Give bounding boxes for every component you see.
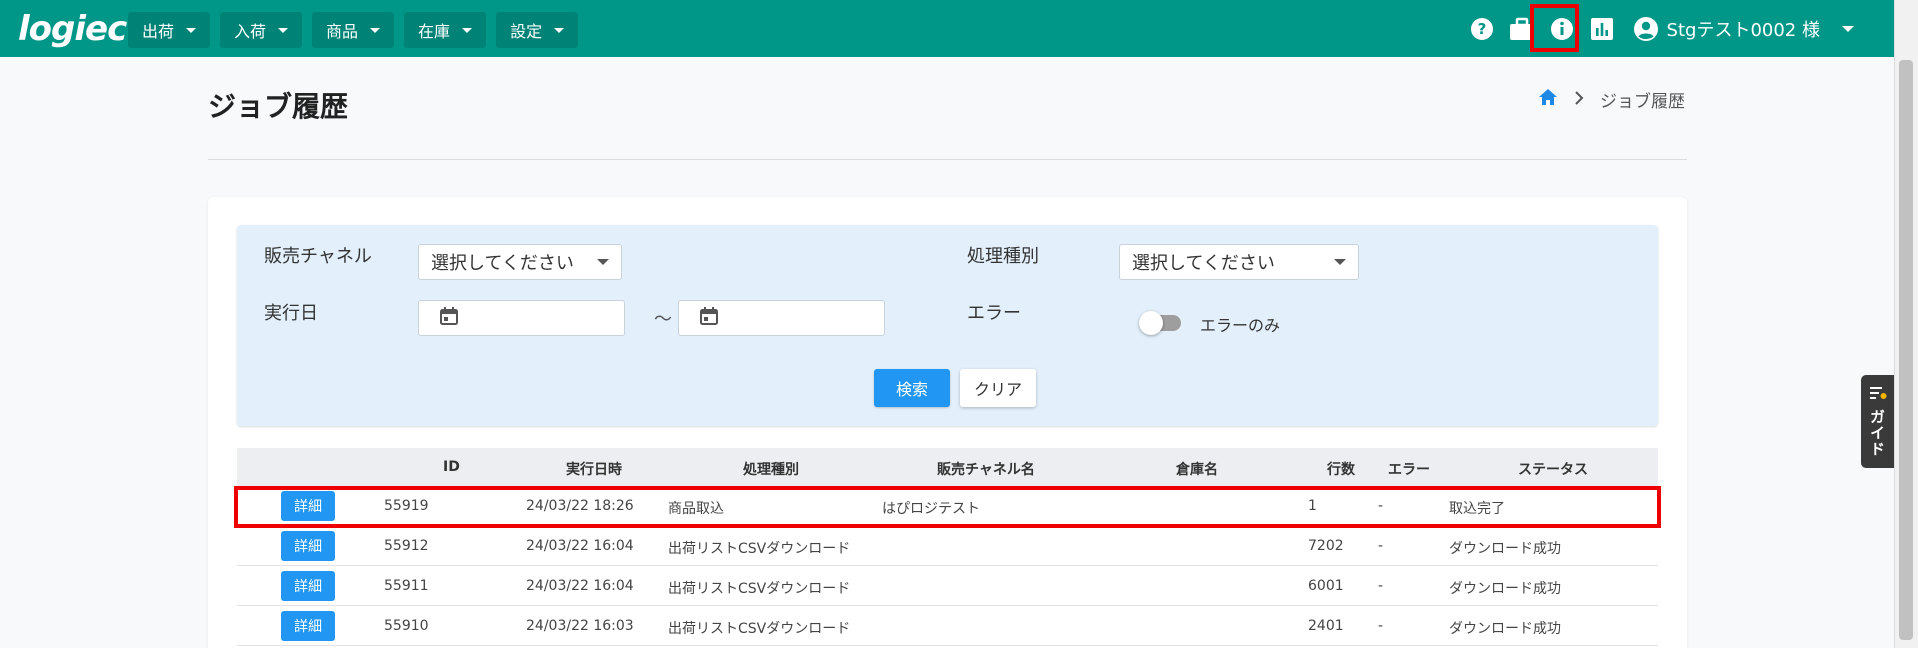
caret-down-icon xyxy=(1334,259,1346,265)
calendar-icon[interactable] xyxy=(699,306,719,330)
svg-text:?: ? xyxy=(1477,20,1486,38)
caret-down-icon xyxy=(1842,25,1854,32)
cell-id: 55912 xyxy=(384,538,429,554)
type-label: 処理種別 xyxy=(967,246,1039,267)
type-select[interactable]: 選択してください xyxy=(1119,244,1359,280)
cell-datetime: 24/03/22 16:03 xyxy=(526,618,634,634)
guide-label: ガイド xyxy=(1868,409,1886,457)
menu-products-button[interactable]: 商品 xyxy=(312,12,395,48)
logo[interactable]: logiec xyxy=(18,9,127,49)
cell-datetime: 24/03/22 16:04 xyxy=(526,578,634,594)
highlight-briefcase-box xyxy=(1530,4,1579,52)
detail-button[interactable]: 詳細 xyxy=(281,571,335,601)
cell-datetime: 24/03/22 16:04 xyxy=(526,538,634,554)
header-datetime: 実行日時 xyxy=(566,462,622,478)
guide-tab[interactable]: ガイド xyxy=(1861,375,1894,468)
cell-error: - xyxy=(1378,578,1384,594)
header-channel: 販売チャネル名 xyxy=(937,462,1035,478)
table-header: ID 実行日時 処理種別 販売チャネル名 倉庫名 行数 エラー ステータス xyxy=(237,448,1658,486)
top-app-bar: logiec 出荷 入荷 商品 在庫 設定 ? Stgテスト0002 様 xyxy=(0,0,1894,57)
scrollbar-thumb[interactable] xyxy=(1899,60,1913,640)
home-icon[interactable] xyxy=(1538,88,1558,111)
caret-down-icon xyxy=(186,27,197,33)
menu-receiving-button[interactable]: 入荷 xyxy=(220,12,303,48)
date-to-input[interactable] xyxy=(678,300,885,336)
help-icon[interactable]: ? xyxy=(1469,16,1495,42)
top-right-actions: ? Stgテスト0002 様 xyxy=(1469,0,1854,57)
cell-error: - xyxy=(1378,618,1384,634)
cell-rows: 2401 xyxy=(1308,618,1344,634)
menu-settings-button[interactable]: 設定 xyxy=(496,12,579,48)
search-button[interactable]: 検索 xyxy=(874,369,950,407)
detail-button[interactable]: 詳細 xyxy=(281,531,335,561)
date-label: 実行日 xyxy=(264,303,318,324)
page-content: ジョブ履歴 ジョブ履歴 販売チャネル 選択してください 処理種別 選択してくださ… xyxy=(0,57,1894,648)
cell-id: 55910 xyxy=(384,618,429,634)
job-history-card: 販売チャネル 選択してください 処理種別 選択してください 実行日 ～ エラー … xyxy=(208,197,1687,648)
header-error: エラー xyxy=(1388,462,1430,478)
guide-icon xyxy=(1868,385,1888,405)
type-select-value: 選択してください xyxy=(1132,253,1275,274)
header-rows: 行数 xyxy=(1327,462,1355,478)
breadcrumb: ジョブ履歴 xyxy=(1538,87,1685,112)
caret-down-icon xyxy=(462,27,473,33)
page-scrollbar[interactable] xyxy=(1894,0,1918,648)
error-only-label: エラーのみ xyxy=(1200,316,1281,335)
detail-button[interactable]: 詳細 xyxy=(281,611,335,641)
table-row: 詳細 55912 24/03/22 16:04 出荷リストCSVダウンロード 7… xyxy=(237,526,1658,566)
cell-type: 出荷リストCSVダウンロード xyxy=(668,621,851,637)
menu-label: 出荷 xyxy=(142,22,175,41)
user-name: Stgテスト0002 様 xyxy=(1666,19,1820,41)
cell-type: 出荷リストCSVダウンロード xyxy=(668,541,851,557)
job-history-table: ID 実行日時 処理種別 販売チャネル名 倉庫名 行数 エラー ステータス 詳細… xyxy=(237,448,1658,646)
caret-down-icon xyxy=(597,259,609,265)
header-warehouse: 倉庫名 xyxy=(1176,462,1218,478)
clear-button[interactable]: クリア xyxy=(960,369,1036,407)
caret-down-icon xyxy=(278,27,289,33)
calendar-icon[interactable] xyxy=(439,306,459,330)
page-title: ジョブ履歴 xyxy=(208,90,349,123)
caret-down-icon xyxy=(554,27,565,33)
channel-select-value: 選択してください xyxy=(431,253,574,274)
highlight-first-row-box xyxy=(234,486,1661,528)
header-type: 処理種別 xyxy=(743,462,799,478)
cell-error: - xyxy=(1378,538,1384,554)
bar-chart-icon[interactable] xyxy=(1589,16,1615,42)
table-row: 詳細 55910 24/03/22 16:03 出荷リストCSVダウンロード 2… xyxy=(237,606,1658,646)
main-menu: 出荷 入荷 商品 在庫 設定 xyxy=(128,12,579,48)
date-range-separator: ～ xyxy=(654,309,672,330)
table-row: 詳細 55911 24/03/22 16:04 出荷リストCSVダウンロード 6… xyxy=(237,566,1658,606)
header-id: ID xyxy=(443,459,460,475)
error-label: エラー xyxy=(967,303,1021,324)
menu-label: 商品 xyxy=(326,22,359,41)
error-only-toggle[interactable] xyxy=(1139,311,1181,335)
account-icon xyxy=(1633,16,1659,42)
menu-label: 入荷 xyxy=(234,22,267,41)
cell-status: ダウンロード成功 xyxy=(1449,581,1561,597)
menu-label: 設定 xyxy=(510,22,543,41)
menu-inventory-button[interactable]: 在庫 xyxy=(404,12,487,48)
divider xyxy=(208,159,1687,160)
toggle-knob xyxy=(1139,311,1163,335)
cell-type: 出荷リストCSVダウンロード xyxy=(668,581,851,597)
cell-rows: 6001 xyxy=(1308,578,1344,594)
caret-down-icon xyxy=(370,27,381,33)
cell-status: ダウンロード成功 xyxy=(1449,541,1561,557)
header-status: ステータス xyxy=(1518,462,1588,478)
search-filter-panel: 販売チャネル 選択してください 処理種別 選択してください 実行日 ～ エラー … xyxy=(237,225,1658,426)
channel-select[interactable]: 選択してください xyxy=(418,244,622,280)
menu-shipping-button[interactable]: 出荷 xyxy=(128,12,211,48)
cell-rows: 7202 xyxy=(1308,538,1344,554)
date-from-input[interactable] xyxy=(418,300,625,336)
breadcrumb-current: ジョブ履歴 xyxy=(1600,92,1685,112)
menu-label: 在庫 xyxy=(418,22,451,41)
channel-label: 販売チャネル xyxy=(264,246,372,267)
cell-status: ダウンロード成功 xyxy=(1449,621,1561,637)
cell-id: 55911 xyxy=(384,578,429,594)
chevron-right-icon xyxy=(1574,90,1584,110)
user-menu[interactable]: Stgテスト0002 様 xyxy=(1633,16,1854,42)
